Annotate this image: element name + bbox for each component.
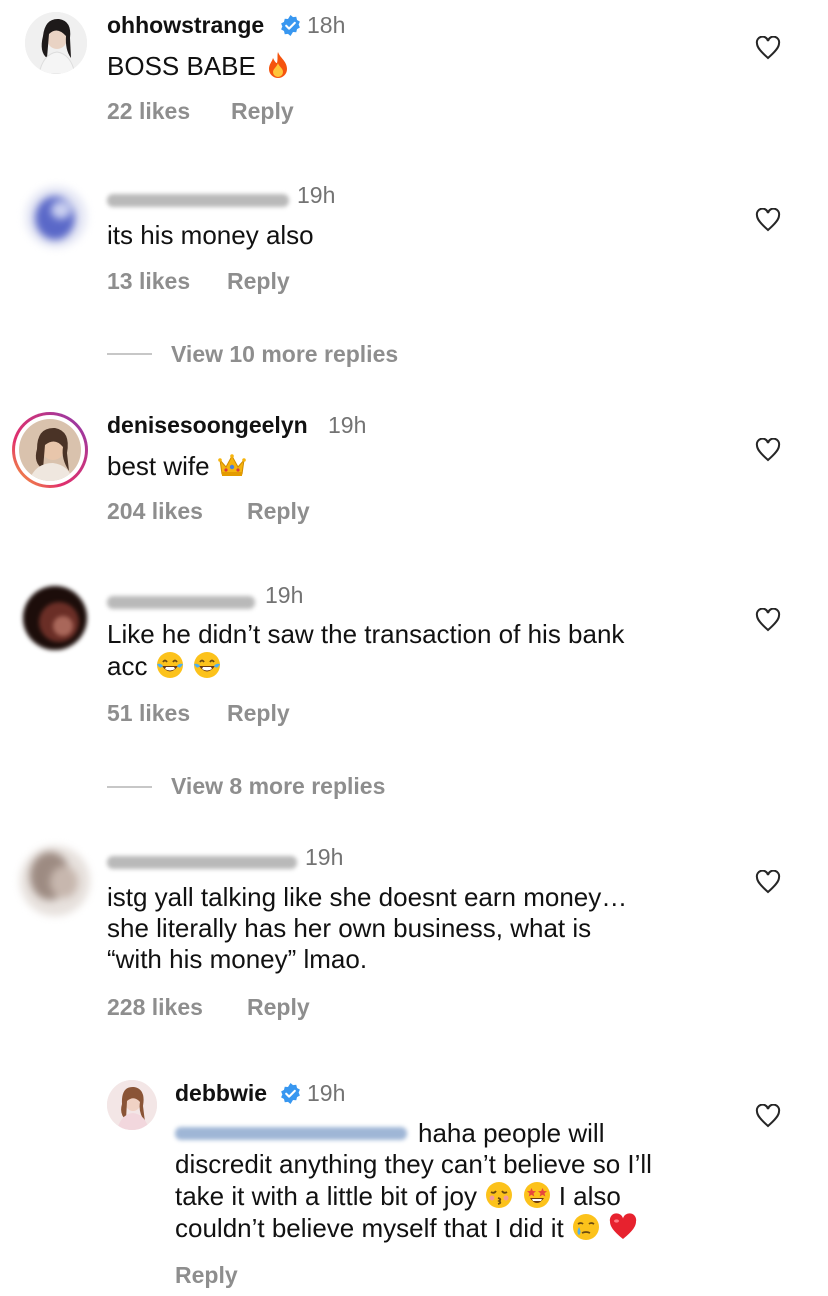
sad-relieved-emoji-icon (573, 1214, 599, 1240)
comment-text: discredit anything they can’t believe so… (175, 1149, 745, 1244)
comment-text: BOSS BABE (107, 50, 293, 82)
view-replies-button[interactable]: View 10 more replies (171, 341, 398, 368)
heart-icon[interactable] (755, 36, 781, 60)
red-heart-emoji-icon (610, 1213, 637, 1239)
hidden-username (107, 856, 297, 869)
reply-button[interactable]: Reply (247, 498, 310, 525)
heart-icon[interactable] (755, 870, 781, 894)
heart-icon[interactable] (755, 1104, 781, 1128)
hidden-username (107, 596, 255, 609)
comment-line: discredit anything they can’t believe so… (175, 1149, 652, 1179)
crown-emoji-icon (218, 454, 246, 476)
reply-button[interactable]: Reply (227, 268, 290, 295)
username[interactable]: ohhowstrange (107, 12, 264, 39)
avatar[interactable] (25, 186, 87, 248)
likes-count[interactable]: 51 likes (107, 700, 190, 727)
avatar[interactable] (23, 586, 87, 650)
kissing-closed-eyes-emoji-icon (486, 1182, 513, 1208)
comment-line: istg yall talking like she doesnt earn m… (107, 882, 628, 912)
likes-count[interactable]: 22 likes (107, 98, 190, 125)
likes-count[interactable]: 13 likes (107, 268, 190, 295)
comment-text: istg yall talking like she doesnt earn m… (107, 882, 727, 975)
replies-divider (107, 786, 152, 788)
likes-count[interactable]: 228 likes (107, 994, 203, 1021)
comment-line: Like he didn’t saw the transaction of hi… (107, 619, 625, 649)
joy-emoji-icon (193, 652, 220, 678)
verified-badge-icon (281, 14, 300, 37)
username[interactable]: debbwie (175, 1080, 267, 1107)
comment-line: “with his money” lmao. (107, 944, 368, 974)
comment-text: haha people will (418, 1118, 605, 1148)
avatar[interactable] (25, 12, 87, 74)
joy-emoji-icon (156, 652, 183, 678)
likes-count[interactable]: 204 likes (107, 498, 203, 525)
star-struck-emoji-icon (523, 1182, 550, 1208)
timestamp: 19h (265, 582, 304, 608)
timestamp: 19h (305, 844, 344, 870)
replies-divider (107, 353, 152, 355)
comment-line: take it with a little bit of joy I also (175, 1180, 745, 1212)
username[interactable]: denisesoongeelyn (107, 412, 308, 439)
reply-button[interactable]: Reply (231, 98, 294, 125)
comment-line: she literally has her own business, what… (107, 913, 592, 943)
comment-body: best wife (107, 451, 210, 481)
comment-body: acc (107, 651, 148, 681)
comment-text: its his money also (107, 220, 314, 250)
avatar[interactable] (107, 1080, 157, 1130)
heart-icon[interactable] (755, 438, 781, 462)
timestamp: 18h (307, 12, 346, 38)
comment-text: Like he didn’t saw the transaction of hi… (107, 619, 727, 682)
comment-line: couldn’t believe myself that I did it (175, 1212, 745, 1244)
timestamp: 19h (307, 1080, 346, 1106)
heart-icon[interactable] (755, 608, 781, 632)
comment-body: I also (558, 1181, 621, 1211)
reply-button[interactable]: Reply (227, 700, 290, 727)
comment-body: take it with a little bit of joy (175, 1181, 478, 1211)
fire-emoji-icon (269, 52, 288, 78)
comment-body: BOSS BABE (107, 51, 256, 81)
reply-button[interactable]: Reply (247, 994, 310, 1021)
heart-icon[interactable] (755, 208, 781, 232)
reply-button[interactable]: Reply (175, 1262, 238, 1289)
view-replies-button[interactable]: View 8 more replies (171, 773, 385, 800)
comment-body: couldn’t believe myself that I did it (175, 1213, 564, 1243)
comment-line: acc (107, 650, 727, 682)
avatar[interactable] (20, 846, 90, 916)
timestamp: 19h (328, 412, 367, 438)
verified-badge-icon (281, 1082, 300, 1105)
hidden-mention (175, 1127, 407, 1140)
timestamp: 19h (297, 182, 336, 208)
avatar-story-ring[interactable] (12, 412, 88, 488)
hidden-username (107, 194, 289, 207)
comment-text: best wife (107, 450, 247, 482)
